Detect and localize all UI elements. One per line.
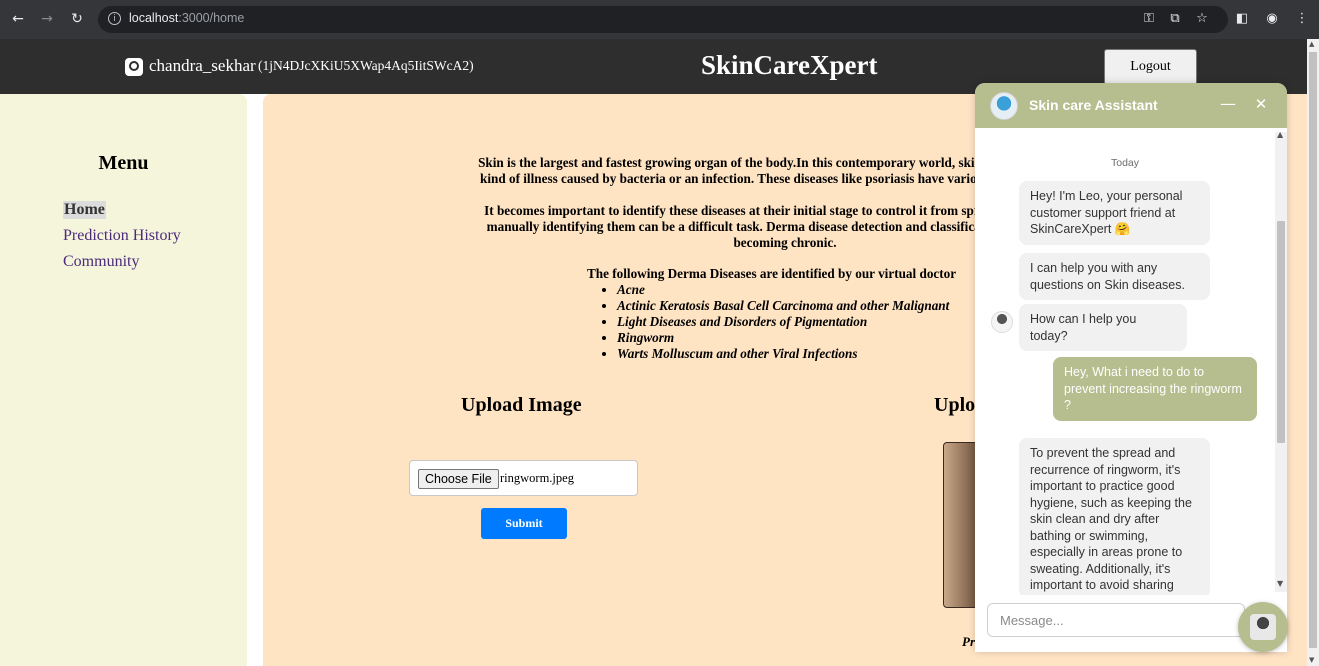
browser-toolbar: ← → ↻ i localhost:3000/home ⚿ ⧉ ☆ ◧ ◉ ⋮ — [0, 0, 1319, 39]
choose-file-button[interactable]: Choose File — [418, 469, 499, 489]
sidebar-item-prediction-history[interactable]: Prediction History — [63, 227, 181, 245]
submit-button[interactable]: Submit — [481, 508, 567, 539]
forward-arrow-icon[interactable]: → — [38, 10, 56, 28]
chat-header: Skin care Assistant — ✕ — [975, 83, 1287, 128]
disease-list-heading: The following Derma Diseases are identif… — [587, 266, 957, 281]
bookmark-star-icon[interactable]: ☆ — [1193, 10, 1211, 28]
close-icon[interactable]: ✕ — [1252, 95, 1270, 113]
chat-widget: Skin care Assistant — ✕ Today Hey! I'm L… — [975, 83, 1287, 652]
list-item: Warts Molluscum and other Viral Infectio… — [617, 346, 949, 362]
user-id: (1jN4DJcXKiU5XWap4Aq5IitSWcA2) — [258, 58, 474, 73]
user-icon — [125, 58, 143, 76]
selected-file-name: ringworm.jpeg — [500, 471, 574, 485]
url-text: localhost:3000/home — [129, 11, 245, 25]
sidebar-item-home[interactable]: Home — [63, 201, 106, 219]
date-divider: Today — [1110, 157, 1140, 169]
bot-message: I can help you with any questions on Ski… — [1019, 253, 1210, 300]
scroll-up-icon[interactable]: ▲ — [1277, 130, 1283, 139]
disease-list: Acne Actinic Keratosis Basal Cell Carcin… — [599, 282, 949, 362]
upload-image-title: Upload Image — [461, 394, 582, 416]
message-input[interactable] — [987, 603, 1245, 637]
reload-icon[interactable]: ↻ — [68, 10, 86, 28]
user-message: Hey, What i need to do to prevent increa… — [1053, 357, 1257, 421]
site-info-icon[interactable]: i — [108, 12, 121, 25]
chat-launcher-button[interactable] — [1238, 602, 1288, 652]
bot-avatar-icon — [990, 92, 1018, 120]
brand-title: SkinCareXpert — [701, 50, 878, 80]
chat-messages[interactable]: Today Hey! I'm Leo, your personal custom… — [975, 128, 1287, 595]
bot-message: To prevent the spread and recurrence of … — [1019, 438, 1210, 595]
back-arrow-icon[interactable]: ← — [9, 10, 27, 28]
list-item: Light Diseases and Disorders of Pigmenta… — [617, 314, 949, 330]
bot-avatar-icon — [991, 311, 1013, 333]
menu-title: Menu — [98, 152, 149, 174]
browser-menu-icon[interactable]: ⋮ — [1293, 10, 1311, 28]
scroll-up-icon[interactable]: ▲ — [1309, 40, 1314, 48]
address-bar[interactable]: i localhost:3000/home — [98, 6, 1228, 33]
scroll-down-icon[interactable]: ▼ — [1309, 656, 1314, 664]
sidebar: Menu Home Prediction History Community — [0, 94, 247, 666]
sidebar-item-community[interactable]: Community — [63, 253, 139, 271]
scroll-down-icon[interactable]: ▼ — [1277, 579, 1283, 588]
uploaded-image-title: Uplo — [934, 394, 976, 416]
file-input[interactable]: Choose File ringworm.jpeg — [409, 460, 638, 496]
prediction-text: Pr — [962, 634, 975, 649]
chat-title: Skin care Assistant — [1029, 97, 1158, 113]
list-item: Actinic Keratosis Basal Cell Carcinoma a… — [617, 298, 949, 314]
chat-scrollbar-thumb[interactable] — [1277, 221, 1285, 443]
logout-button[interactable]: Logout — [1104, 49, 1197, 85]
list-item: Acne — [617, 282, 949, 298]
install-app-icon[interactable]: ⧉ — [1166, 10, 1184, 28]
password-key-icon[interactable]: ⚿ — [1140, 10, 1158, 28]
bot-message: How can I help you today? — [1019, 304, 1187, 351]
list-item: Ringworm — [617, 330, 949, 346]
side-panel-icon[interactable]: ◧ — [1233, 10, 1251, 28]
bot-message: Hey! I'm Leo, your personal customer sup… — [1019, 181, 1210, 245]
profile-avatar-icon[interactable]: ◉ — [1263, 10, 1281, 28]
page-scrollbar-thumb[interactable] — [1309, 52, 1317, 648]
minimize-icon[interactable]: — — [1219, 95, 1237, 113]
username: chandra_sekhar — [149, 56, 256, 75]
